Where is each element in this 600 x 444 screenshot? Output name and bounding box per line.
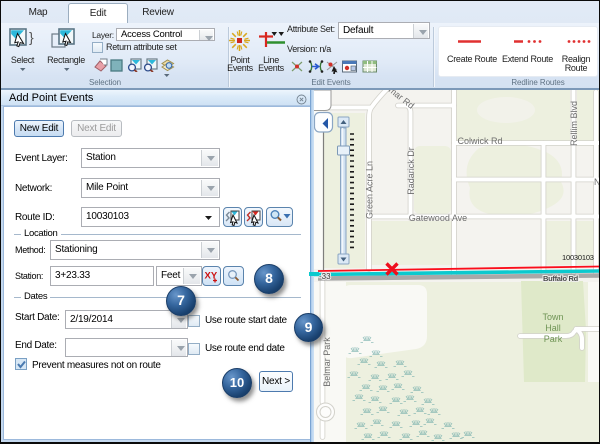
svg-text:Buffalo Rd: Buffalo Rd — [543, 274, 579, 283]
svg-text:N: N — [594, 177, 599, 187]
svg-text:Town: Town — [542, 312, 563, 322]
svg-text:Radarick Dr: Radarick Dr — [406, 147, 416, 195]
svg-text:}: } — [29, 29, 34, 45]
svg-text:-33: -33 — [319, 272, 331, 281]
svg-text:Belmar Park: Belmar Park — [322, 337, 332, 387]
svg-text:10030103: 10030103 — [562, 253, 594, 262]
svg-text:Park: Park — [544, 334, 563, 344]
svg-text:Green Acre Ln: Green Acre Ln — [365, 161, 375, 219]
svg-text:Rellim Blvd: Rellim Blvd — [569, 101, 579, 146]
svg-text:Hall: Hall — [545, 323, 561, 333]
svg-text:Colwick Rd: Colwick Rd — [457, 136, 502, 146]
svg-text:Gatewood Ave: Gatewood Ave — [409, 213, 467, 223]
